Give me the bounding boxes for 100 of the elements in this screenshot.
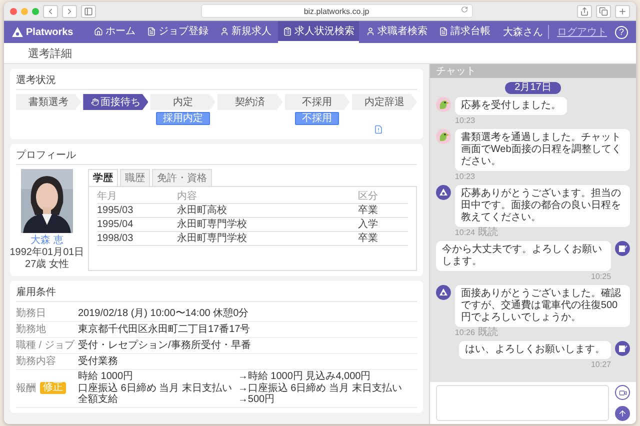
message-time: 10:25 xyxy=(591,271,612,282)
help-button[interactable]: ? xyxy=(615,26,628,38)
table-cell-text: 入学 xyxy=(358,218,379,231)
field-value: 時給 1000円 xyxy=(78,371,134,382)
forward-button[interactable] xyxy=(62,4,77,18)
maximize-icon[interactable] xyxy=(32,8,39,14)
logout-link[interactable]: ログアウト xyxy=(551,25,613,39)
tabs-button[interactable] xyxy=(596,4,611,18)
back-button[interactable] xyxy=(43,4,58,18)
logo-avatar-icon xyxy=(436,185,451,200)
field-label: 勤務日 xyxy=(16,307,47,320)
chat-message: 面接ありがとうございました。確認ですが、交通費は電車代の往復500円でよろしいでしょうか。 xyxy=(454,285,630,327)
tabs-icon xyxy=(599,6,608,16)
address-field[interactable]: biz.platworks.co.jp xyxy=(200,4,472,18)
card-title: プロフィール xyxy=(16,148,417,165)
nav-item[interactable]: 請求台帳 xyxy=(434,21,496,43)
plus-icon xyxy=(618,6,627,16)
status-step[interactable]: 内定辞退 xyxy=(352,94,417,110)
share-button[interactable] xyxy=(577,4,592,18)
chat-message: はい、よろしくお願いします。 xyxy=(459,341,611,359)
bird-avatar-icon xyxy=(436,97,451,112)
changed-value: →時給 1000円 見込み4,000円 xyxy=(238,371,372,382)
hand-icon xyxy=(90,98,99,106)
table-cell-text: 1995/03 xyxy=(97,204,134,217)
field-label: 職種 / ジョブ xyxy=(16,339,76,352)
field-label: 勤務地 xyxy=(16,323,47,336)
field-value: 東京都千代田区永田町二丁目17番17号 xyxy=(78,323,252,336)
status-step[interactable]: 内定 xyxy=(150,94,216,110)
message-time: 10:23 xyxy=(454,171,475,182)
field-value: 受付業務 xyxy=(78,355,119,368)
sidebar-icon xyxy=(84,6,93,16)
status-action-button[interactable]: 不採用 xyxy=(295,112,340,125)
document-icon[interactable] xyxy=(374,125,383,134)
status-step[interactable]: 不採用 xyxy=(284,94,350,110)
new-tab-button[interactable] xyxy=(615,4,630,18)
column-header: 年月 xyxy=(97,190,118,203)
share-icon xyxy=(580,6,589,16)
nav-item[interactable]: ホーム xyxy=(89,21,140,43)
card-title: 選考状況 xyxy=(16,73,417,90)
table-cell-text: 1995/04 xyxy=(97,218,134,231)
changed-value: →500円 xyxy=(238,394,276,406)
person-icon xyxy=(220,26,230,36)
home-icon xyxy=(94,26,104,36)
read-status: 既読 xyxy=(478,327,498,338)
video-button[interactable] xyxy=(615,385,630,400)
modified-badge: 修正 xyxy=(40,382,66,394)
message-time: 10:26 xyxy=(454,327,475,338)
profile-tab[interactable]: 職歴 xyxy=(120,169,150,186)
field-value: 口座振込 6日締め 当月 末日支払い xyxy=(78,382,232,394)
nav-item[interactable]: 新規求人 xyxy=(215,21,276,43)
nav-item[interactable]: 求職者検索 xyxy=(361,21,432,43)
status-step[interactable]: 書類選考 xyxy=(16,94,82,110)
note-avatar-icon xyxy=(615,341,630,356)
field-label: 勤務内容 xyxy=(16,355,57,368)
document-icon xyxy=(147,26,156,36)
page-title: 選考詳細 xyxy=(28,46,72,60)
nav-item[interactable]: 求人状況検索 xyxy=(278,21,360,43)
table-cell-text: 永田町専門学校 xyxy=(177,232,248,245)
field-value: 全額支給 xyxy=(78,394,119,406)
status-step[interactable]: 契約済 xyxy=(217,94,283,110)
changed-value: →口座振込 6日締め 当月 末日支払い xyxy=(238,382,402,394)
message-time: 10:27 xyxy=(590,359,611,370)
column-header: 内容 xyxy=(177,190,198,203)
date-badge: 2月17日 xyxy=(504,82,562,94)
video-icon xyxy=(618,388,626,396)
table-cell-text: 永田町専門学校 xyxy=(177,218,248,231)
message-time: 10:24 xyxy=(454,227,475,238)
logo-avatar-icon xyxy=(436,285,451,300)
profile-tab[interactable]: 免許・資格 xyxy=(152,169,212,186)
nav-item[interactable]: ジョブ登録 xyxy=(142,21,214,43)
chat-message: 応募を受付しました。 xyxy=(455,97,567,115)
chat-message: 今から大丈夫です。よろしくお願いします。 xyxy=(436,241,612,271)
table-cell-text: 卒業 xyxy=(358,232,379,245)
bird-avatar-icon xyxy=(436,129,451,144)
table-cell-text: 永田町高校 xyxy=(177,204,228,217)
table-cell-text: 卒業 xyxy=(358,204,379,217)
send-button[interactable] xyxy=(615,406,630,421)
person-icon xyxy=(366,26,376,36)
brand-logo[interactable]: Platworks xyxy=(12,26,74,38)
profile-tab[interactable]: 学歴 xyxy=(88,169,118,186)
chat-header: チャット xyxy=(430,64,636,78)
field-label: 報酬 xyxy=(16,382,36,395)
status-step[interactable]: 面接待ち xyxy=(83,94,148,110)
close-icon[interactable] xyxy=(10,8,17,14)
field-value: 受付・レセプション/事務所受付・早番 xyxy=(78,339,252,352)
chevron-left-icon xyxy=(46,6,55,16)
candidate-name-link[interactable]: 大森 恵 xyxy=(30,235,64,247)
field-value: 2019/02/18 (月) 10:00〜14:00 休憩0分 xyxy=(78,307,250,320)
user-name: 大森さん xyxy=(503,25,549,39)
sidebar-button[interactable] xyxy=(81,4,96,18)
reload-icon[interactable] xyxy=(460,6,468,13)
message-time: 10:23 xyxy=(455,115,476,126)
status-action-button[interactable]: 採用内定 xyxy=(156,112,210,125)
document-icon xyxy=(439,26,448,36)
chat-message: 応募ありがとうございます。担当の田中です。面接の都合の良い日程を教えてください。 xyxy=(454,185,630,227)
note-avatar-icon xyxy=(615,241,630,256)
read-status: 既読 xyxy=(478,227,498,238)
chat-message: 書類選考を通過しました。チャット画面でWeb面接の日程を調整してください。 xyxy=(454,129,630,171)
message-input[interactable] xyxy=(436,385,609,421)
card-title: 雇用条件 xyxy=(16,285,417,302)
